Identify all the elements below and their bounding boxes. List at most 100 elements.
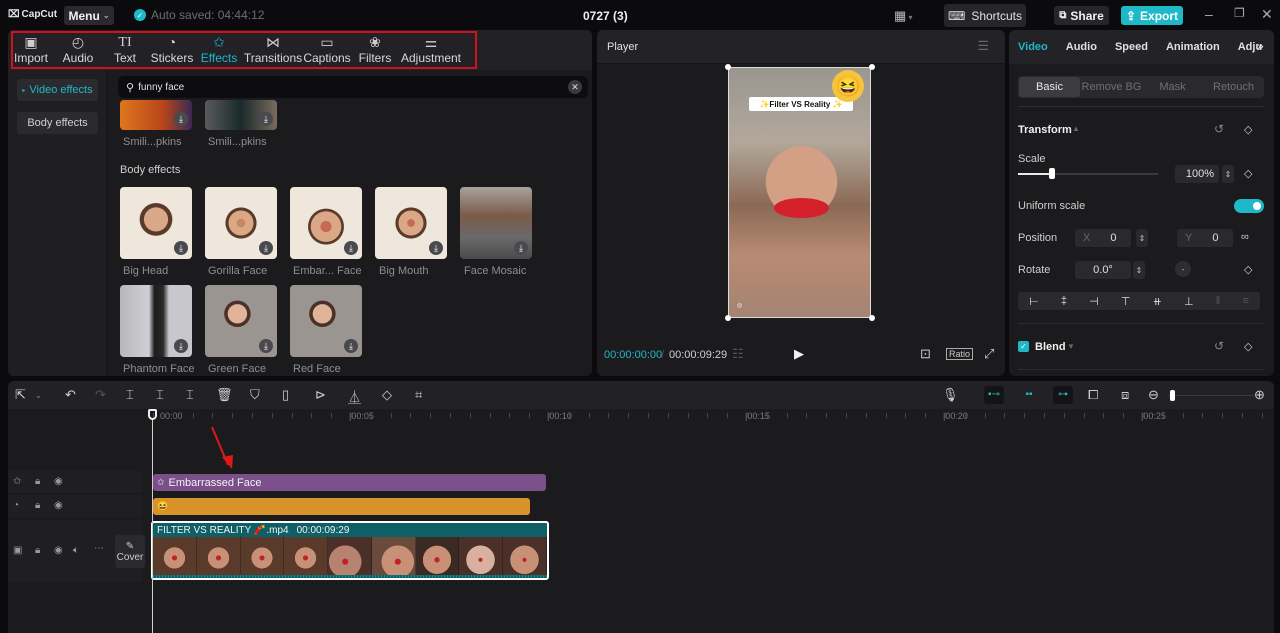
eye-icon[interactable]: ◉ xyxy=(54,500,63,511)
blend-checkbox[interactable]: ✓ xyxy=(1018,341,1029,352)
zoom-in-icon[interactable]: ⊕ xyxy=(1254,387,1265,403)
close-icon[interactable]: ✕ xyxy=(1261,6,1273,23)
nav-body-effects[interactable]: Body effects xyxy=(17,112,98,134)
rotate-stepper[interactable]: ⇕ xyxy=(1133,261,1145,279)
share-button[interactable]: ⧉ Share xyxy=(1054,6,1109,25)
tab-speed[interactable]: Speed xyxy=(1106,41,1157,53)
align-left-icon[interactable]: ⊢ xyxy=(1029,295,1039,308)
preview-axis-icon[interactable]: ⧠ xyxy=(1088,387,1098,403)
effect-thumb-smiling-pumpkins-2[interactable]: ⤓ xyxy=(205,100,277,130)
tab-audio[interactable]: ◴ Audio xyxy=(54,30,102,70)
rotate-input[interactable]: 0.0° xyxy=(1075,261,1131,279)
effect-clip-embarrassed-face[interactable]: ✩ Embarrassed Face xyxy=(153,474,546,491)
tab-animation[interactable]: Animation xyxy=(1157,41,1229,53)
laughing-emoji-sticker[interactable]: 😆 xyxy=(832,70,864,102)
distribute-v-icon[interactable]: ≡ xyxy=(1242,295,1248,307)
effect-thumb-red-face[interactable]: ⤓ xyxy=(290,285,362,357)
volume-icon[interactable]: 🔈︎ xyxy=(73,545,79,556)
effect-thumb-smiling-pumpkins-1[interactable]: ⤓ xyxy=(120,100,192,130)
keyframe-icon[interactable]: ◇ xyxy=(1244,263,1252,276)
rotate-dial[interactable]: - xyxy=(1175,261,1191,277)
crop-icon[interactable]: ⌗ xyxy=(415,387,422,403)
zoom-out-icon[interactable]: ⊖ xyxy=(1148,387,1159,403)
time-ruler[interactable] xyxy=(8,409,1274,429)
video-preview[interactable]: ✨Filter VS Reality ✨ 😆 ◎ xyxy=(728,67,871,318)
tab-stickers[interactable]: ◔ Stickers xyxy=(148,30,196,70)
tab-text[interactable]: TI Text xyxy=(102,30,148,70)
cover-button[interactable]: ✎ Cover xyxy=(115,535,145,568)
timeline-zoom-slider[interactable] xyxy=(1168,395,1254,396)
marker-icon[interactable]: ⛉ xyxy=(250,387,260,403)
collapse-icon[interactable]: ▲ xyxy=(1072,124,1080,133)
resize-handle[interactable] xyxy=(725,64,731,70)
microphone-icon[interactable]: 🎙 xyxy=(942,387,959,403)
eye-icon[interactable]: ◉ xyxy=(54,476,63,487)
layout-icon[interactable]: ▦ ▾ xyxy=(894,8,913,24)
subtab-retouch[interactable]: Retouch xyxy=(1203,77,1264,97)
mirror-icon[interactable]: ⏅ xyxy=(348,387,361,406)
restore-icon[interactable]: ❐ xyxy=(1234,6,1245,20)
position-x-input[interactable]: X0 xyxy=(1075,229,1131,247)
lock-icon[interactable]: 🔒︎ xyxy=(35,500,40,511)
eye-icon[interactable]: ◉ xyxy=(54,545,63,556)
select-tool-icon[interactable]: ⇱ xyxy=(15,387,26,403)
menu-button[interactable]: Menu ⌄ xyxy=(64,6,114,25)
ratio-button[interactable]: Ratio xyxy=(946,348,974,360)
effect-thumb-big-head[interactable]: ⤓ xyxy=(120,187,192,259)
align-center-h-icon[interactable]: ‡ xyxy=(1061,295,1067,307)
nav-video-effects[interactable]: ▸ Video effects xyxy=(17,79,98,101)
export-button[interactable]: ⇪ Export xyxy=(1121,6,1183,25)
position-x-stepper[interactable]: ⇕ xyxy=(1136,229,1148,247)
align-center-v-icon[interactable]: ⧺ xyxy=(1153,295,1162,308)
sticker-clip[interactable]: 😆 xyxy=(153,498,530,515)
tab-transitions[interactable]: ⋈ Transitions xyxy=(242,30,304,70)
tab-captions[interactable]: ▭ Captions xyxy=(303,30,350,70)
lock-icon[interactable]: 🔒︎ xyxy=(35,476,40,487)
tab-adjustment[interactable]: ⚌ Adjustment xyxy=(400,30,462,70)
effects-search-input[interactable]: ⚲ funny face ✕ xyxy=(118,76,588,98)
subtab-remove-bg[interactable]: Remove BG xyxy=(1081,77,1142,97)
subtab-basic[interactable]: Basic xyxy=(1019,77,1080,97)
chevron-down-icon[interactable]: ⌄ xyxy=(35,391,42,400)
keyframe-icon[interactable]: ◇ xyxy=(1244,167,1252,180)
zoom-preview-icon[interactable]: ⊡ xyxy=(920,346,931,362)
timeline-grid-icon[interactable]: ☷ xyxy=(732,346,744,362)
position-y-input[interactable]: Y0 xyxy=(1177,229,1233,247)
link-icon[interactable]: ∞ xyxy=(1241,231,1249,243)
linkage-icon[interactable]: ⊶ xyxy=(1053,386,1073,404)
playhead[interactable] xyxy=(152,411,153,633)
reset-icon[interactable]: ↺ xyxy=(1214,339,1224,353)
reverse-icon[interactable]: ⊳ xyxy=(315,387,326,403)
tab-filters[interactable]: ❀ Filters xyxy=(350,30,400,70)
thumbnail-icon[interactable]: ⧈ xyxy=(1121,387,1129,403)
effect-thumb-gorilla-face[interactable]: ⤓ xyxy=(205,187,277,259)
keyframe-icon[interactable]: ◇ xyxy=(1244,340,1252,353)
hamburger-menu-icon[interactable]: ☰ xyxy=(977,38,989,54)
scale-input[interactable]: 100% xyxy=(1175,165,1219,183)
split-icon[interactable]: ⌶ xyxy=(126,387,134,403)
clear-search-icon[interactable]: ✕ xyxy=(568,80,582,94)
chevron-down-icon[interactable]: ▼ xyxy=(1067,342,1075,351)
more-tabs-icon[interactable]: » xyxy=(1257,39,1264,53)
timeline-zoom-handle[interactable] xyxy=(1170,390,1175,401)
tab-video[interactable]: Video xyxy=(1009,41,1057,53)
align-top-icon[interactable]: ⊤ xyxy=(1121,295,1131,308)
main-track-magnet-icon[interactable]: ▪⊸ xyxy=(984,386,1004,404)
lock-icon[interactable]: 🔒︎ xyxy=(35,545,40,556)
effect-thumb-face-mosaic[interactable]: ⤓ xyxy=(460,187,532,259)
effect-thumb-big-mouth[interactable]: ⤓ xyxy=(375,187,447,259)
split-left-icon[interactable]: ⌶ xyxy=(156,387,164,403)
effect-thumb-green-face[interactable]: ⤓ xyxy=(205,285,277,357)
resize-handle[interactable] xyxy=(725,315,731,321)
tab-import[interactable]: ▣ Import xyxy=(8,30,54,70)
keyframe-icon[interactable]: ◇ xyxy=(1244,123,1252,136)
uniform-scale-toggle[interactable] xyxy=(1234,199,1264,213)
tab-audio[interactable]: Audio xyxy=(1057,41,1106,53)
fullscreen-icon[interactable]: ⤢ xyxy=(984,346,994,362)
play-icon[interactable]: ▶ xyxy=(794,346,804,362)
reset-icon[interactable]: ↺ xyxy=(1214,122,1224,136)
distribute-h-icon[interactable]: ‖ xyxy=(1216,295,1221,307)
subtab-mask[interactable]: Mask xyxy=(1142,77,1203,97)
tab-effects[interactable]: ✩ Effects xyxy=(196,30,242,70)
resize-handle[interactable] xyxy=(869,64,875,70)
